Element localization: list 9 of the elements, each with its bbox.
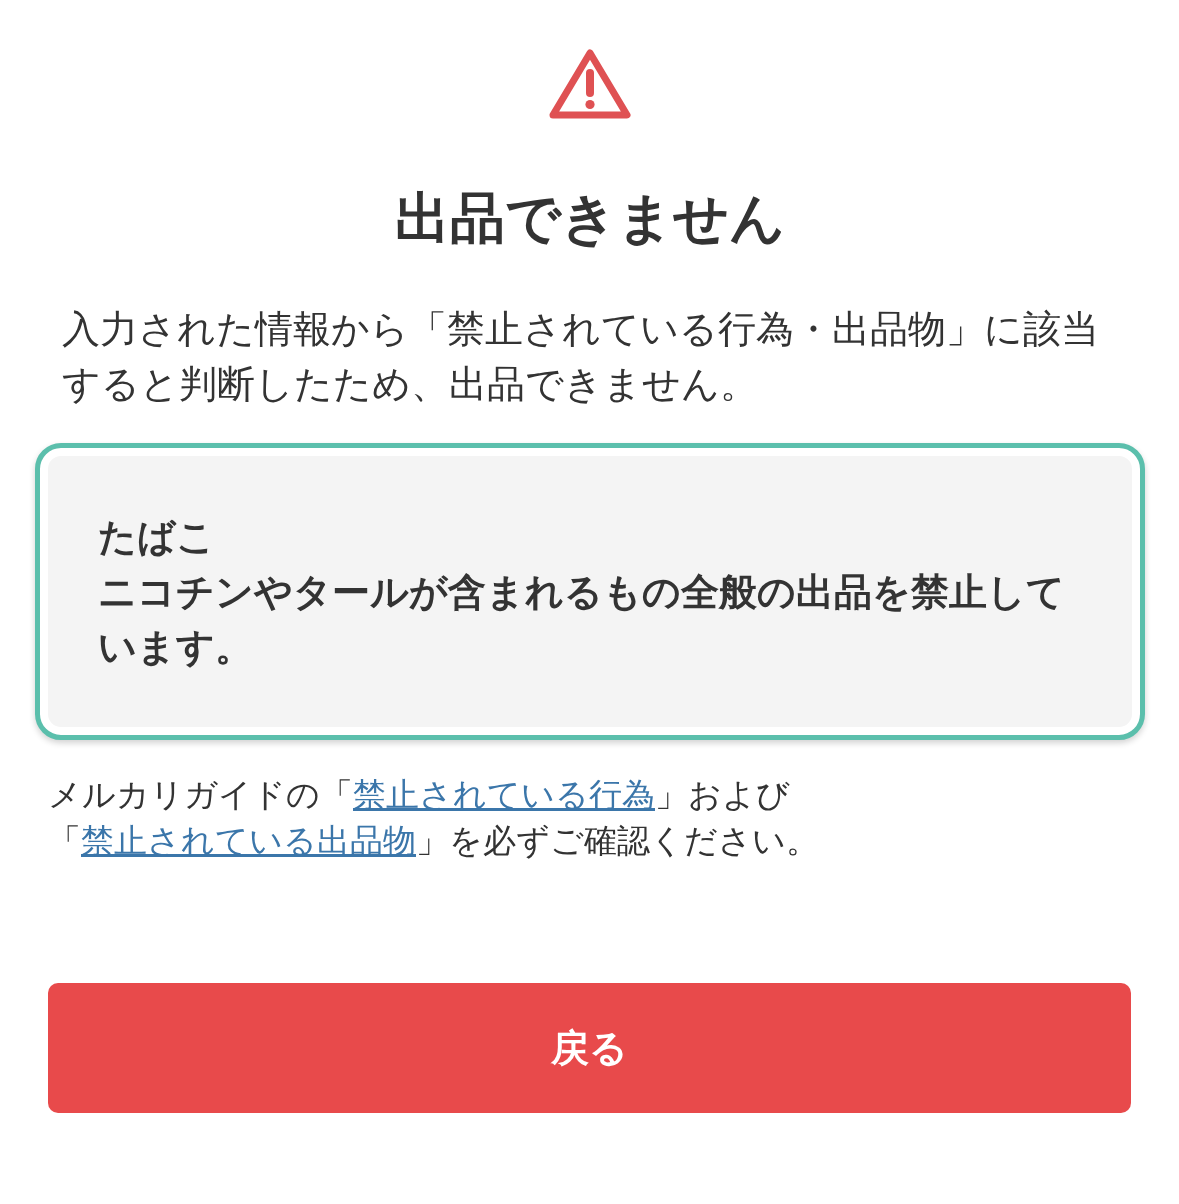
- message-text: 入力された情報から「禁止されている行為・出品物」に該当すると判断したため、出品できません。: [62, 306, 1100, 408]
- dialog-title: 出品できません: [394, 185, 785, 252]
- notice-text: ニコチンやタールが含まれるもの全般の出品を禁止しています。: [98, 569, 1066, 671]
- guide-text: メルカリガイドの「禁止されている行為」および「禁止されている出品物」を必ずご確認ください。: [48, 774, 820, 862]
- guide-link[interactable]: 禁止されている行為: [353, 775, 655, 814]
- guide-link[interactable]: 禁止されている出品物: [81, 821, 416, 860]
- back-button[interactable]: 戻る: [48, 983, 1131, 1113]
- warning-icon: [548, 47, 631, 119]
- notice-title: たばこ: [98, 514, 216, 561]
